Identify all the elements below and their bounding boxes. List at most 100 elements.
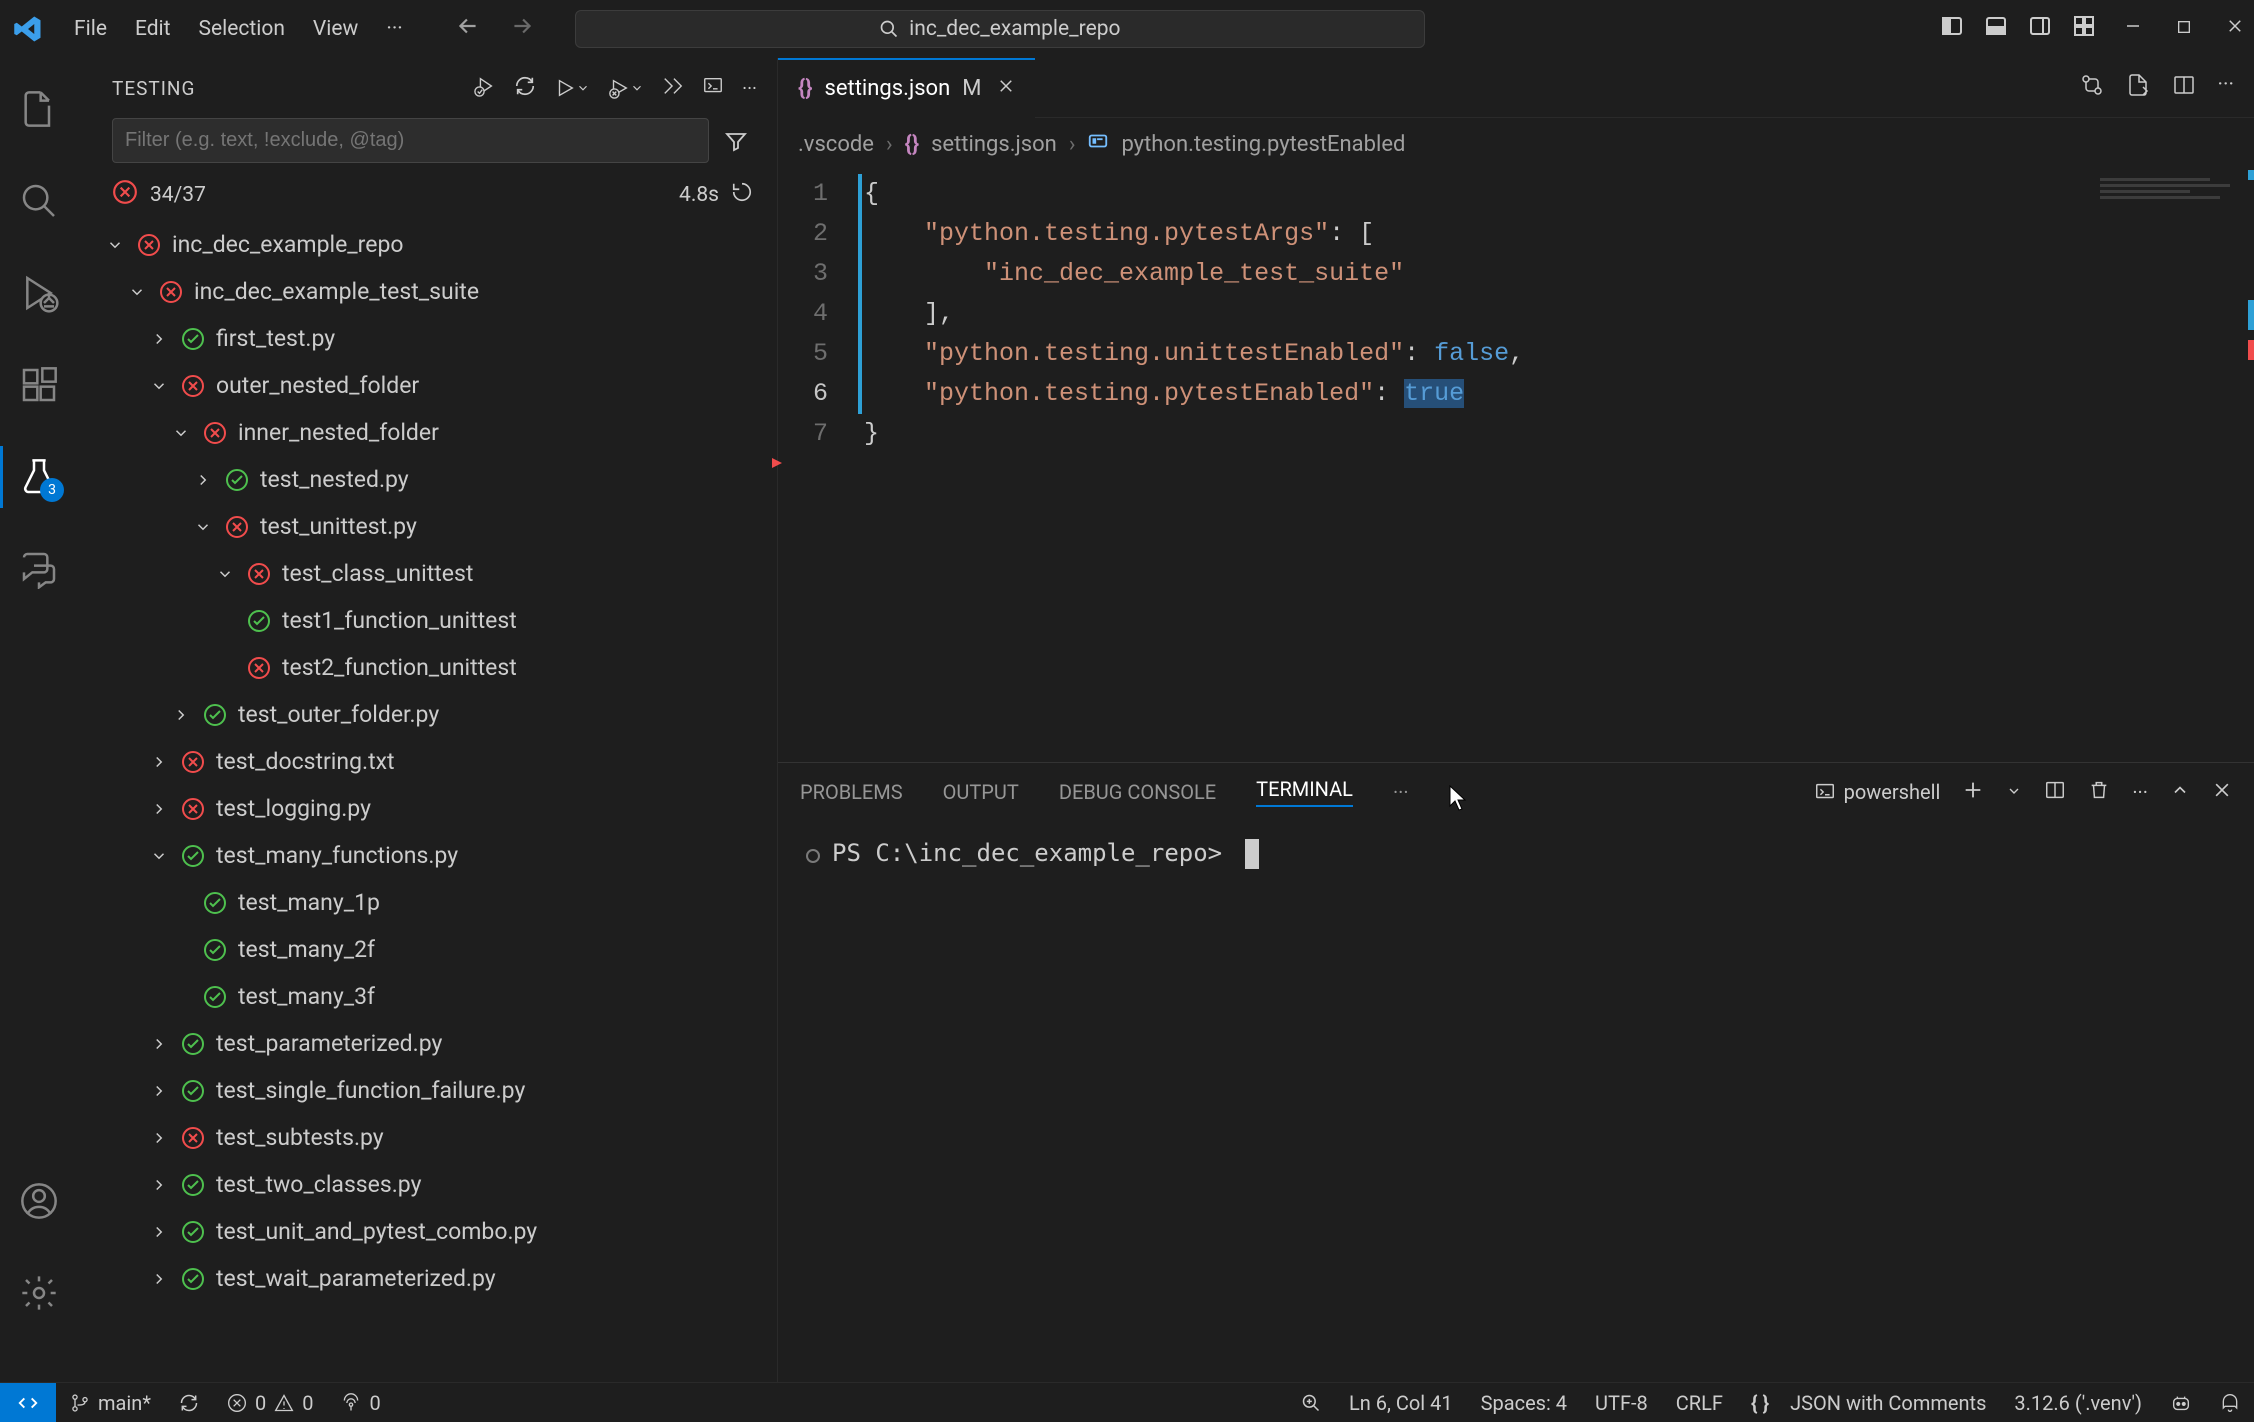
chevron-icon[interactable] bbox=[104, 236, 126, 254]
rerun-icon[interactable] bbox=[731, 181, 753, 209]
status-zoom[interactable] bbox=[1287, 1383, 1335, 1422]
breadcrumb-symbol[interactable]: python.testing.pytestEnabled bbox=[1121, 132, 1405, 157]
tree-item[interactable]: inc_dec_example_repo bbox=[96, 221, 767, 268]
menu-edit[interactable]: Edit bbox=[123, 11, 183, 47]
show-output-icon[interactable] bbox=[702, 75, 724, 102]
chevron-icon[interactable] bbox=[148, 847, 170, 865]
code-content[interactable]: { "python.testing.pytestArgs": [ "inc_de… bbox=[864, 170, 2254, 762]
activity-accounts[interactable] bbox=[0, 1162, 78, 1240]
status-problems[interactable]: 0 0 bbox=[213, 1383, 328, 1422]
chevron-icon[interactable] bbox=[148, 1176, 170, 1194]
chevron-icon[interactable] bbox=[170, 706, 192, 724]
status-ports[interactable]: 0 bbox=[327, 1383, 394, 1422]
menu-more-icon[interactable]: ··· bbox=[374, 11, 414, 47]
status-sync[interactable] bbox=[165, 1383, 213, 1422]
panel-tabs-more-icon[interactable]: ··· bbox=[1393, 780, 1409, 804]
chevron-icon[interactable] bbox=[148, 1035, 170, 1053]
chevron-icon[interactable] bbox=[214, 565, 236, 583]
panel-tab-terminal[interactable]: TERMINAL bbox=[1256, 777, 1353, 807]
status-indent[interactable]: Spaces: 4 bbox=[1467, 1383, 1581, 1422]
tab-close-icon[interactable] bbox=[997, 76, 1015, 101]
toggle-secondary-sidebar-icon[interactable] bbox=[2028, 14, 2052, 44]
breadcrumb-folder[interactable]: .vscode bbox=[798, 132, 874, 157]
menu-selection[interactable]: Selection bbox=[187, 11, 297, 47]
testing-filter-input[interactable] bbox=[112, 118, 709, 163]
split-terminal-icon[interactable] bbox=[2044, 779, 2066, 806]
status-python[interactable]: 3.12.6 ('.venv') bbox=[2000, 1383, 2156, 1422]
tree-item[interactable]: test_subtests.py bbox=[96, 1114, 767, 1161]
chevron-icon[interactable] bbox=[192, 471, 214, 489]
more-actions-icon[interactable]: ··· bbox=[742, 77, 757, 100]
chevron-icon[interactable] bbox=[148, 1082, 170, 1100]
minimap[interactable] bbox=[2100, 174, 2250, 224]
remote-indicator[interactable] bbox=[0, 1383, 56, 1422]
chevron-icon[interactable] bbox=[148, 1129, 170, 1147]
close-panel-icon[interactable] bbox=[2212, 780, 2232, 805]
breadcrumbs[interactable]: .vscode › {} settings.json › python.test… bbox=[778, 118, 2254, 170]
nav-forward-icon[interactable] bbox=[509, 13, 535, 45]
nav-back-icon[interactable] bbox=[455, 13, 481, 45]
kill-terminal-icon[interactable] bbox=[2088, 779, 2110, 806]
refresh-tests-icon[interactable] bbox=[514, 75, 536, 102]
panel-more-icon[interactable]: ··· bbox=[2132, 780, 2148, 804]
menu-file[interactable]: File bbox=[62, 11, 119, 47]
tree-item[interactable]: inc_dec_example_test_suite bbox=[96, 268, 767, 315]
chevron-icon[interactable] bbox=[148, 377, 170, 395]
tree-item[interactable]: test_unit_and_pytest_combo.py bbox=[96, 1208, 767, 1255]
toggle-panel-icon[interactable] bbox=[1984, 14, 2008, 44]
activity-chat[interactable] bbox=[0, 530, 78, 608]
chevron-icon[interactable] bbox=[148, 1270, 170, 1288]
activity-settings[interactable] bbox=[0, 1254, 78, 1332]
chevron-icon[interactable] bbox=[148, 330, 170, 348]
panel-tab-problems[interactable]: PROBLEMS bbox=[800, 780, 903, 804]
status-language[interactable]: { } JSON with Comments bbox=[1737, 1383, 2000, 1422]
debug-all-icon[interactable] bbox=[608, 77, 644, 99]
tree-item[interactable]: test_two_classes.py bbox=[96, 1161, 767, 1208]
tree-item[interactable]: test_many_functions.py bbox=[96, 832, 767, 879]
status-branch[interactable]: main* bbox=[56, 1383, 165, 1422]
tree-item[interactable]: test_wait_parameterized.py bbox=[96, 1255, 767, 1302]
activity-run-debug[interactable] bbox=[0, 254, 78, 332]
tree-item[interactable]: outer_nested_folder bbox=[96, 362, 767, 409]
chevron-icon[interactable] bbox=[148, 753, 170, 771]
customize-layout-icon[interactable] bbox=[2072, 14, 2096, 44]
activity-extensions[interactable] bbox=[0, 346, 78, 424]
chevron-icon[interactable] bbox=[126, 283, 148, 301]
overview-ruler[interactable] bbox=[2248, 170, 2254, 762]
tree-item[interactable]: first_test.py bbox=[96, 315, 767, 362]
minimize-icon[interactable] bbox=[2124, 17, 2142, 41]
chevron-icon[interactable] bbox=[192, 518, 214, 536]
tree-item[interactable]: test_single_function_failure.py bbox=[96, 1067, 767, 1114]
terminal-shell-selector[interactable]: powershell bbox=[1814, 780, 1941, 804]
tree-item[interactable]: test_outer_folder.py bbox=[96, 691, 767, 738]
tree-item[interactable]: test_parameterized.py bbox=[96, 1020, 767, 1067]
tree-item[interactable]: test_docstring.txt bbox=[96, 738, 767, 785]
filter-icon[interactable] bbox=[715, 118, 757, 163]
tree-item[interactable]: test_class_unittest bbox=[96, 550, 767, 597]
status-copilot[interactable] bbox=[2156, 1383, 2206, 1422]
open-changes-icon[interactable] bbox=[2126, 73, 2150, 103]
tab-settings-json[interactable]: {} settings.json M bbox=[778, 58, 1035, 118]
activity-explorer[interactable] bbox=[0, 70, 78, 148]
chevron-icon[interactable] bbox=[170, 424, 192, 442]
tree-item[interactable]: test_many_3f bbox=[96, 973, 767, 1020]
tree-item[interactable]: test_nested.py bbox=[96, 456, 767, 503]
tree-item[interactable]: inner_nested_folder bbox=[96, 409, 767, 456]
coverage-icon[interactable] bbox=[662, 75, 684, 102]
run-all-icon[interactable] bbox=[554, 77, 590, 99]
command-center-search[interactable]: inc_dec_example_repo bbox=[575, 10, 1425, 48]
terminal-dropdown-icon[interactable] bbox=[2006, 780, 2022, 804]
panel-tab-output[interactable]: OUTPUT bbox=[943, 780, 1019, 804]
chevron-icon[interactable] bbox=[148, 1223, 170, 1241]
toggle-primary-sidebar-icon[interactable] bbox=[1940, 14, 1964, 44]
activity-testing[interactable]: 3 bbox=[0, 438, 78, 516]
code-editor[interactable]: 1234567 { "python.testing.pytestArgs": [… bbox=[778, 170, 2254, 762]
editor-more-icon[interactable]: ··· bbox=[2218, 73, 2234, 103]
chevron-icon[interactable] bbox=[148, 800, 170, 818]
status-encoding[interactable]: UTF-8 bbox=[1581, 1383, 1662, 1422]
tree-item[interactable]: test_many_1p bbox=[96, 879, 767, 926]
tree-item[interactable]: test1_function_unittest bbox=[96, 597, 767, 644]
compare-changes-icon[interactable] bbox=[2080, 73, 2104, 103]
close-window-icon[interactable] bbox=[2226, 17, 2244, 41]
breadcrumb-file[interactable]: settings.json bbox=[931, 132, 1057, 157]
